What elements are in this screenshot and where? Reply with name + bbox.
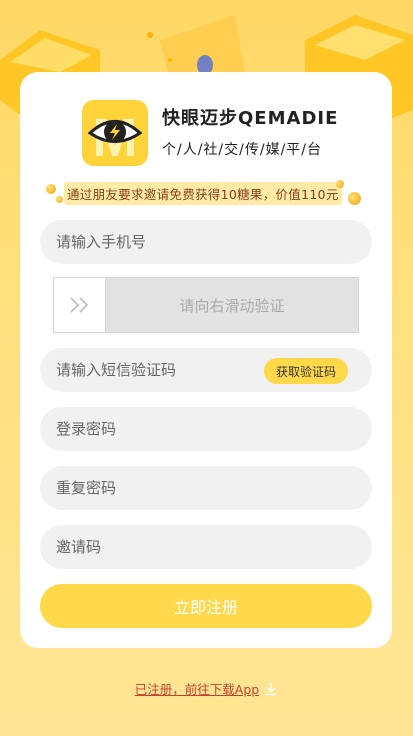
app-title: 快眼迈步QEMADIE: [162, 108, 339, 129]
invite-promo-banner: 通过朋友要求邀请免费获得10糖果，价值110元: [64, 181, 342, 205]
password-field[interactable]: [40, 407, 372, 451]
coin-icon: [336, 180, 344, 188]
coin-icon: [56, 196, 63, 203]
invite-code-input[interactable]: [56, 538, 256, 556]
slider-handle[interactable]: [54, 278, 106, 332]
eye-logo-icon: M: [82, 100, 148, 166]
register-button[interactable]: 立即注册: [40, 584, 372, 628]
download-app-label[interactable]: 已注册，前往下载App: [135, 679, 259, 698]
register-card: M 快眼迈步QEMADIE 个/人/社/交/传/媒/平/台 通过朋友要求邀请免费…: [20, 72, 392, 648]
download-icon[interactable]: [264, 682, 278, 696]
sms-code-input[interactable]: [56, 361, 256, 379]
slider-hint: 请向右滑动验证: [179, 296, 285, 315]
app-logo: M: [82, 100, 148, 166]
repeat-password-input[interactable]: [56, 479, 256, 497]
repeat-password-field[interactable]: [40, 466, 372, 510]
password-input[interactable]: [56, 420, 256, 438]
app-subtitle: 个/人/社/交/传/媒/平/台: [162, 142, 323, 158]
invite-code-field[interactable]: [40, 525, 372, 569]
get-sms-code-button[interactable]: 获取验证码: [263, 358, 348, 384]
sms-code-field[interactable]: 获取验证码: [40, 348, 372, 392]
coin-icon: [348, 192, 361, 205]
brand-header: M 快眼迈步QEMADIE 个/人/社/交/传/媒/平/台: [82, 100, 338, 166]
phone-input[interactable]: [56, 233, 256, 251]
slide-verify[interactable]: 请向右滑动验证: [53, 277, 359, 333]
download-app-link[interactable]: 已注册，前往下载App: [0, 679, 413, 698]
double-chevron-right-icon: [69, 297, 88, 313]
promo-text: 通过朋友要求邀请免费获得10糖果，价值110元: [64, 181, 342, 205]
phone-field[interactable]: [40, 220, 372, 264]
coin-icon: [46, 184, 56, 194]
